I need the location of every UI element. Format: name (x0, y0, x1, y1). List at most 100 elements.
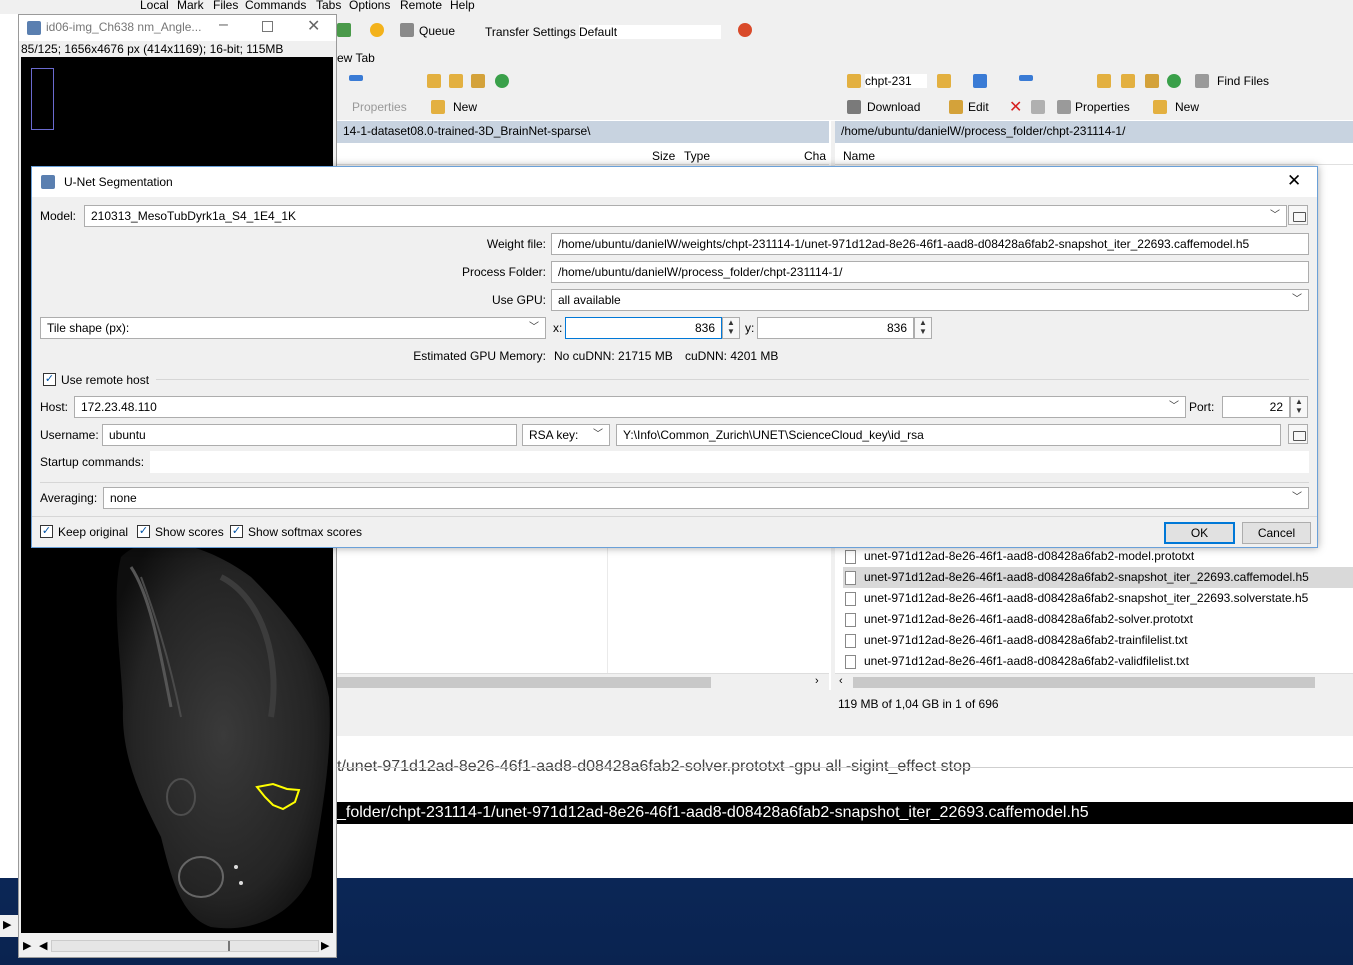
queue-icon[interactable] (400, 23, 414, 37)
file-icon (845, 570, 856, 585)
cancel-button[interactable]: Cancel (1242, 522, 1311, 544)
gear-icon[interactable] (370, 23, 384, 37)
play-icon[interactable]: ▶ (23, 939, 31, 952)
home-icon[interactable] (1145, 74, 1159, 88)
maximize-icon[interactable] (262, 21, 273, 32)
menu-files[interactable]: Files (213, 0, 238, 12)
slice-slider[interactable] (51, 940, 319, 952)
use-remote-host-checkbox[interactable]: ✓ (43, 373, 56, 386)
dialog-title: U-Net Segmentation (64, 175, 173, 189)
refresh-icon[interactable] (738, 23, 752, 37)
show-softmax-scores-checkbox[interactable]: ✓ (230, 525, 243, 538)
gpu-memory-label: Estimated GPU Memory: (413, 349, 546, 363)
image-window-titlebar[interactable]: id06-img_Ch638 nm_Angle... – ✕ (19, 15, 336, 41)
col-size[interactable]: Size (652, 149, 675, 163)
menu-commands[interactable]: Commands (245, 0, 306, 12)
scrollbar-thumb[interactable] (337, 677, 711, 688)
averaging-select[interactable]: none ﹀ (103, 487, 1309, 509)
list-item[interactable]: unet-971d12ad-8e26-46f1-aad8-d08428a6fab… (843, 588, 1353, 609)
scroll-left-icon[interactable]: ‹ (839, 675, 843, 687)
col-type[interactable]: Type (684, 149, 710, 163)
home-icon[interactable] (471, 74, 485, 88)
process-folder-input[interactable]: /home/ubuntu/danielW/process_folder/chpt… (551, 261, 1309, 283)
find-files-button[interactable]: Find Files (1217, 74, 1269, 88)
tile-x-input[interactable]: 836 (565, 317, 722, 339)
tile-y-input[interactable]: 836 (757, 317, 914, 339)
parent-folder-icon[interactable] (427, 74, 441, 88)
right-path-bar[interactable]: /home/ubuntu/danielW/process_folder/chpt… (835, 121, 1353, 143)
menu-local[interactable]: Local (140, 0, 169, 12)
ok-button[interactable]: OK (1164, 522, 1235, 544)
model-select[interactable]: 210313_MesoTubDyrk1a_S4_1E4_1K ﹀ (84, 205, 1287, 227)
model-label: Model: (40, 209, 77, 223)
scroll-right-icon[interactable]: › (815, 675, 819, 687)
delete-icon[interactable]: ✕ (1009, 97, 1022, 117)
list-item[interactable]: unet-971d12ad-8e26-46f1-aad8-d08428a6fab… (843, 651, 1353, 672)
menu-mark[interactable]: Mark (177, 0, 204, 12)
list-item[interactable]: unet-971d12ad-8e26-46f1-aad8-d08428a6fab… (843, 567, 1353, 588)
scrollbar-thumb[interactable] (853, 677, 1315, 688)
close-icon[interactable]: ✕ (1287, 171, 1301, 191)
chevron-down-icon: ﹀ (593, 429, 603, 440)
dialog-titlebar[interactable]: U-Net Segmentation ✕ (32, 167, 1317, 197)
parent-folder-icon[interactable] (1097, 74, 1111, 88)
startup-commands-input[interactable] (150, 451, 1309, 473)
transfer-settings-select[interactable]: Default (579, 25, 721, 39)
keep-original-checkbox[interactable]: ✓ (40, 525, 53, 538)
edit-button[interactable]: Edit (968, 100, 989, 114)
list-item[interactable]: unet-971d12ad-8e26-46f1-aad8-d08428a6fab… (843, 609, 1353, 630)
open-folder-icon[interactable] (937, 74, 951, 88)
slider-thumb[interactable] (228, 941, 230, 951)
queue-button[interactable]: Queue (419, 24, 455, 38)
minimize-icon[interactable]: – (219, 16, 228, 34)
menu-help[interactable]: Help (450, 0, 475, 12)
side-play-icon[interactable]: ▶ (0, 915, 18, 937)
model-folder-button[interactable] (1288, 205, 1308, 225)
left-horizontal-scrollbar[interactable]: › (337, 673, 829, 690)
refresh-panel-icon[interactable] (1167, 74, 1181, 88)
download-button[interactable]: Download (867, 100, 920, 114)
show-scores-checkbox[interactable]: ✓ (137, 525, 150, 538)
tile-shape-select[interactable]: Tile shape (px): ﹀ (40, 317, 546, 339)
menu-options[interactable]: Options (349, 0, 390, 12)
keep-original-label: Keep original (58, 525, 129, 539)
col-changed[interactable]: Cha (804, 149, 826, 163)
rsa-key-select[interactable]: RSA key: ﹀ (522, 424, 610, 446)
menu-tabs[interactable]: Tabs (316, 0, 341, 12)
slider-left-icon[interactable]: ◀ (39, 939, 47, 952)
menu-remote[interactable]: Remote (400, 0, 442, 12)
username-input[interactable]: ubuntu (102, 424, 517, 446)
refresh-panel-icon[interactable] (495, 74, 509, 88)
weight-file-input[interactable]: /home/ubuntu/danielW/weights/chpt-231114… (551, 233, 1309, 255)
new-tab-button[interactable]: ew Tab (337, 51, 375, 65)
close-icon[interactable]: ✕ (307, 16, 320, 36)
left-path-bar[interactable]: 14-1-dataset08.0-trained-3D_BrainNet-spa… (337, 121, 829, 143)
port-spinner[interactable]: ▲ ▼ (1290, 396, 1308, 418)
right-new-button[interactable]: New (1175, 100, 1199, 114)
rsa-key-folder-button[interactable] (1288, 424, 1308, 444)
image-slider-bar[interactable]: ▶ ◀ ▶ (19, 937, 336, 957)
rsa-key-path-input[interactable]: Y:\Info\Common_Zurich\UNET\ScienceCloud_… (616, 424, 1281, 446)
tile-y-spinner[interactable]: ▲ ▼ (914, 317, 932, 339)
left-properties-button[interactable]: Properties (352, 100, 407, 114)
sync-icon[interactable] (337, 23, 351, 37)
back-arrow-icon[interactable] (349, 75, 363, 81)
left-new-button[interactable]: New (453, 100, 477, 114)
right-path-combo[interactable]: chpt-231 (865, 74, 927, 88)
separator (32, 516, 1317, 517)
rename-icon[interactable] (1031, 100, 1045, 114)
root-folder-icon[interactable] (1121, 74, 1135, 88)
right-properties-button[interactable]: Properties (1075, 100, 1130, 114)
right-horizontal-scrollbar[interactable]: ‹ (835, 673, 1353, 690)
use-gpu-select[interactable]: all available ﹀ (551, 289, 1309, 311)
list-item[interactable]: unet-971d12ad-8e26-46f1-aad8-d08428a6fab… (843, 546, 1353, 567)
list-item[interactable]: unet-971d12ad-8e26-46f1-aad8-d08428a6fab… (843, 630, 1353, 651)
host-select[interactable]: 172.23.48.110 ﹀ (74, 396, 1186, 418)
back-arrow-icon[interactable] (1019, 75, 1033, 81)
port-input[interactable]: 22 (1222, 396, 1290, 418)
root-folder-icon[interactable] (449, 74, 463, 88)
filter-icon[interactable] (973, 74, 987, 88)
col-name[interactable]: Name (843, 149, 875, 163)
tile-x-spinner[interactable]: ▲ ▼ (722, 317, 740, 339)
slider-right-icon[interactable]: ▶ (321, 939, 329, 952)
